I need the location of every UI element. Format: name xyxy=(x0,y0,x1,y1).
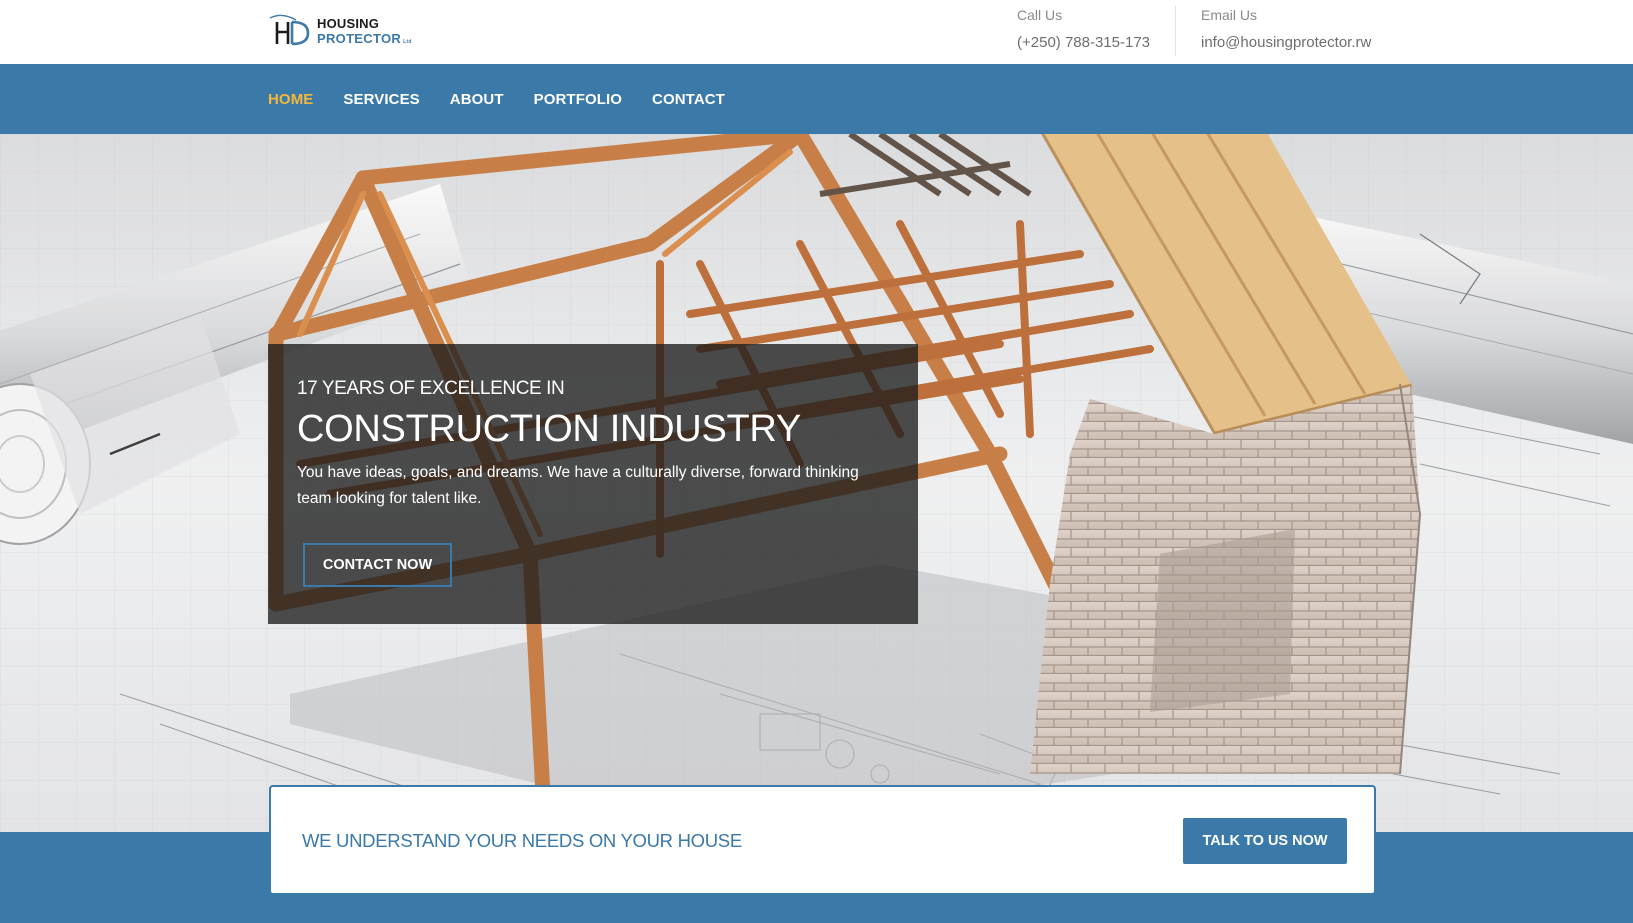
logo-line-housing: HOUSING xyxy=(317,16,380,31)
hero-section: 17 YEARS OF EXCELLENCE IN CONSTRUCTION I… xyxy=(0,134,1633,832)
nav-item-contact[interactable]: CONTACT xyxy=(652,91,725,108)
logo-wordmark: HOUSING PROTECTOR Ltd xyxy=(317,16,412,50)
email-us-block: Email Us info@housingprotector.rw xyxy=(1201,6,1401,56)
main-navigation: HOME SERVICES ABOUT PORTFOLIO CONTACT xyxy=(0,64,1633,134)
nav-item-services[interactable]: SERVICES xyxy=(343,91,419,108)
hero-title: CONSTRUCTION INDUSTRY xyxy=(297,408,801,450)
logo-protector-text: PROTECTOR xyxy=(317,31,402,46)
call-us-label: Call Us xyxy=(1017,7,1063,23)
contact-now-button[interactable]: CONTACT NOW xyxy=(303,543,452,587)
hero-kicker: 17 YEARS OF EXCELLENCE IN xyxy=(297,378,565,399)
email-us-label: Email Us xyxy=(1201,7,1258,23)
email-address-link[interactable]: info@housingprotector.rw xyxy=(1201,34,1401,52)
contact-divider xyxy=(1175,6,1176,56)
nav-item-portfolio[interactable]: PORTFOLIO xyxy=(534,91,622,108)
nav-item-about[interactable]: ABOUT xyxy=(450,91,504,108)
cta-message: WE UNDERSTAND YOUR NEEDS ON YOUR HOUSE xyxy=(302,830,742,851)
phone-number-link[interactable]: (+250) 788-315-173 xyxy=(1017,34,1167,52)
hero-overlay-panel: 17 YEARS OF EXCELLENCE IN CONSTRUCTION I… xyxy=(268,344,918,624)
logo-ltd-text: Ltd xyxy=(403,39,412,45)
nav-list: HOME SERVICES ABOUT PORTFOLIO CONTACT xyxy=(268,64,755,134)
logo-line-protector: PROTECTOR Ltd xyxy=(317,31,412,50)
site-logo[interactable]: HOUSING PROTECTOR Ltd xyxy=(268,14,418,50)
cta-card: WE UNDERSTAND YOUR NEEDS ON YOUR HOUSE T… xyxy=(269,785,1376,895)
nav-item-home[interactable]: HOME xyxy=(268,91,313,108)
hero-description: You have ideas, goals, and dreams. We ha… xyxy=(297,464,859,507)
call-us-block: Call Us (+250) 788-315-173 xyxy=(1017,6,1167,56)
logo-mark-icon xyxy=(269,14,310,46)
site-header: HOUSING PROTECTOR Ltd Call Us (+250) 788-… xyxy=(0,0,1633,64)
talk-to-us-button[interactable]: TALK TO US NOW xyxy=(1183,818,1347,864)
